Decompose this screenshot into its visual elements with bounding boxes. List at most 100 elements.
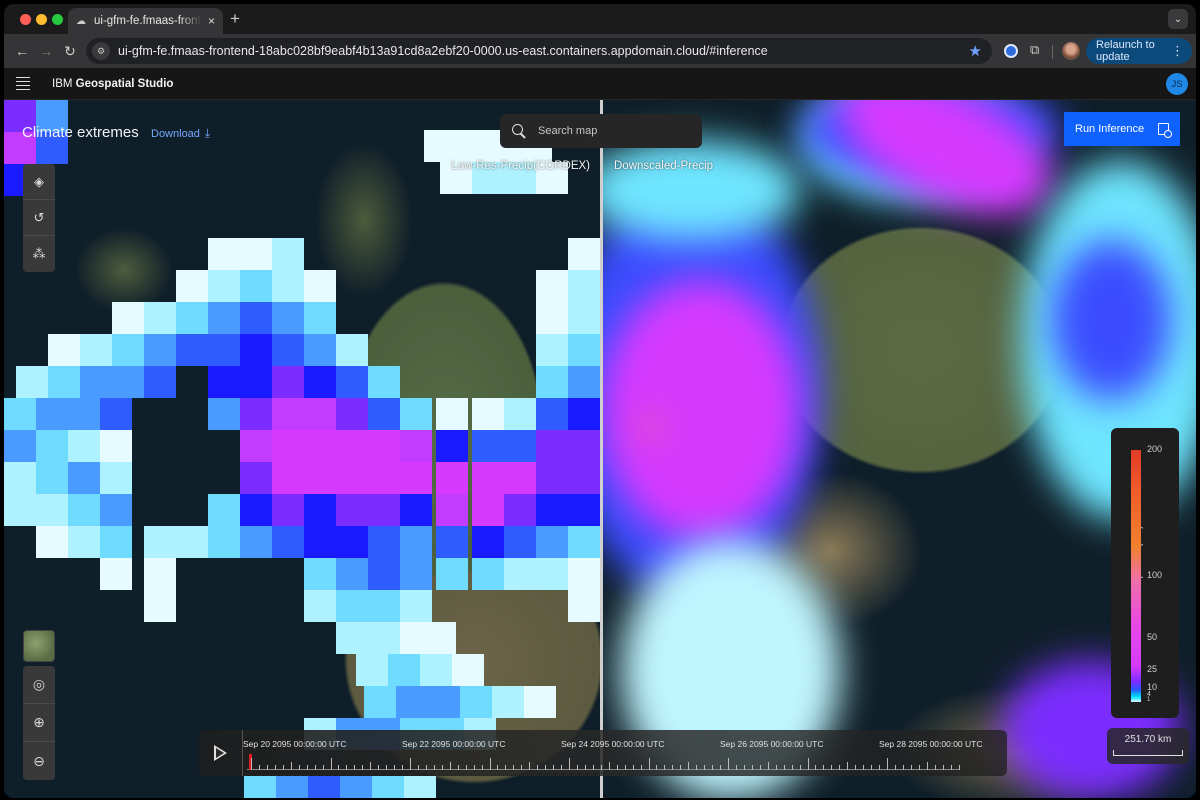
new-tab-button[interactable]: + [230,9,240,29]
close-window-button[interactable] [20,14,31,25]
timeline-tick [608,762,610,770]
precip-cell [368,590,400,622]
precip-cell [388,654,420,686]
precip-cell [504,494,536,526]
timeline-tick [688,762,690,770]
zoom-out-icon[interactable]: ⊖ [23,742,55,780]
map-right-panel[interactable] [601,100,1196,798]
map-canvas[interactable]: Climate extremes Download ⤓ Low-Res-Prec… [4,100,1196,798]
back-icon[interactable]: ← [10,43,34,59]
profile-avatar[interactable] [1062,42,1080,60]
precip-cell [368,430,400,462]
precip-cell [304,590,336,622]
precip-cell [436,558,468,590]
precip-cell [304,398,336,430]
layers-icon[interactable]: ◈ [23,164,55,200]
precip-cell [240,398,272,430]
precip-cell [492,686,524,718]
relaunch-label: Relaunch to update [1096,39,1155,63]
precip-cell [304,494,336,526]
precip-cell [68,398,100,430]
timeline-tick [489,758,491,770]
scale-bar [1113,750,1183,756]
search-map-box[interactable] [500,114,702,148]
timeline-tick [338,765,340,770]
precip-cell [176,302,208,334]
analysis-icon[interactable]: ⁂ [23,236,55,272]
browser-tab[interactable]: ☁ ui-gfm-fe.fmaas-frontend-18 × [68,8,223,34]
locate-icon[interactable]: ◎ [23,666,55,704]
extensions-icon[interactable]: ⧉ [1030,42,1039,58]
maximize-window-button[interactable] [52,14,63,25]
app-brand: IBM Geospatial Studio [52,78,173,90]
timeline-tick [553,765,555,770]
precip-cell [472,462,504,494]
search-map-input[interactable] [538,125,678,137]
precip-cell [368,526,400,558]
page-title: Climate extremes [22,124,139,141]
precip-cell [80,366,112,398]
timeline-tick [894,765,896,770]
address-bar[interactable]: ⚙ ui-gfm-fe.fmaas-frontend-18abc028bf9ea… [86,38,992,64]
timeline-tick [449,762,451,770]
reload-icon[interactable]: ↻ [58,43,82,60]
precip-cell [568,270,600,302]
timeline-tick [314,765,316,770]
precip-cell [272,270,304,302]
relaunch-button[interactable]: Relaunch to update ⋮ [1086,38,1192,64]
map-tool-rail: ◈ ↺ ⁂ [23,164,55,272]
scale-indicator: 251.70 km [1107,728,1189,764]
precip-cell [568,494,600,526]
tab-search-button[interactable]: ⌄ [1168,9,1188,29]
timeline-tick [696,765,698,770]
timeline-tick [775,765,777,770]
timeline-tick [942,765,944,770]
timeline-tick [386,765,388,770]
precip-cell [536,430,568,462]
play-button[interactable] [199,730,243,776]
site-settings-icon[interactable]: ⚙ [92,42,110,60]
run-inference-button[interactable]: Run Inference [1064,112,1180,146]
timeline-tick [855,765,857,770]
precip-cell [436,430,468,462]
precip-cell [240,462,272,494]
timeline-tick [791,765,793,770]
legend-color-bar [1131,450,1141,702]
close-tab-icon[interactable]: × [208,14,215,28]
brand-name: Geospatial Studio [75,77,174,90]
precip-cell [208,302,240,334]
timeline-tick [529,762,531,770]
precip-cell [336,558,368,590]
swipe-divider-handle[interactable] [600,100,603,798]
precip-cell [112,334,144,366]
precip-cell [304,462,336,494]
user-avatar[interactable]: JS [1166,73,1188,95]
precip-cell [36,526,68,558]
timeline-track[interactable]: Sep 20 2095 00:00:00 UTC Sep 22 2095 00:… [243,730,983,776]
forward-icon[interactable]: → [34,43,58,59]
history-icon[interactable]: ↺ [23,200,55,236]
precip-cell [276,776,308,798]
precip-cell [364,686,396,718]
password-manager-extension-icon[interactable] [1004,44,1018,58]
precip-cell [424,622,456,654]
zoom-in-icon[interactable]: ⊕ [23,704,55,742]
hamburger-menu-icon[interactable] [16,74,30,93]
precip-cell [48,366,80,398]
timeline-tick [799,765,801,770]
map-left-panel[interactable] [4,100,601,798]
timeline-tick [950,765,952,770]
precip-cell [80,334,112,366]
basemap-switcher[interactable] [23,630,55,662]
minimize-window-button[interactable] [36,14,47,25]
precip-cell [68,430,100,462]
url-text[interactable]: ui-gfm-fe.fmaas-frontend-18abc028bf9eabf… [118,44,969,58]
precip-cell [144,590,176,622]
precip-cell [36,494,68,526]
bookmark-star-icon[interactable]: ★ [969,42,982,60]
timeline-tick [767,762,769,770]
browser-menu-icon[interactable]: ⋮ [1171,43,1184,59]
precip-cell [372,776,404,798]
download-link[interactable]: Download ⤓ [151,126,210,141]
precip-cell [568,366,600,398]
